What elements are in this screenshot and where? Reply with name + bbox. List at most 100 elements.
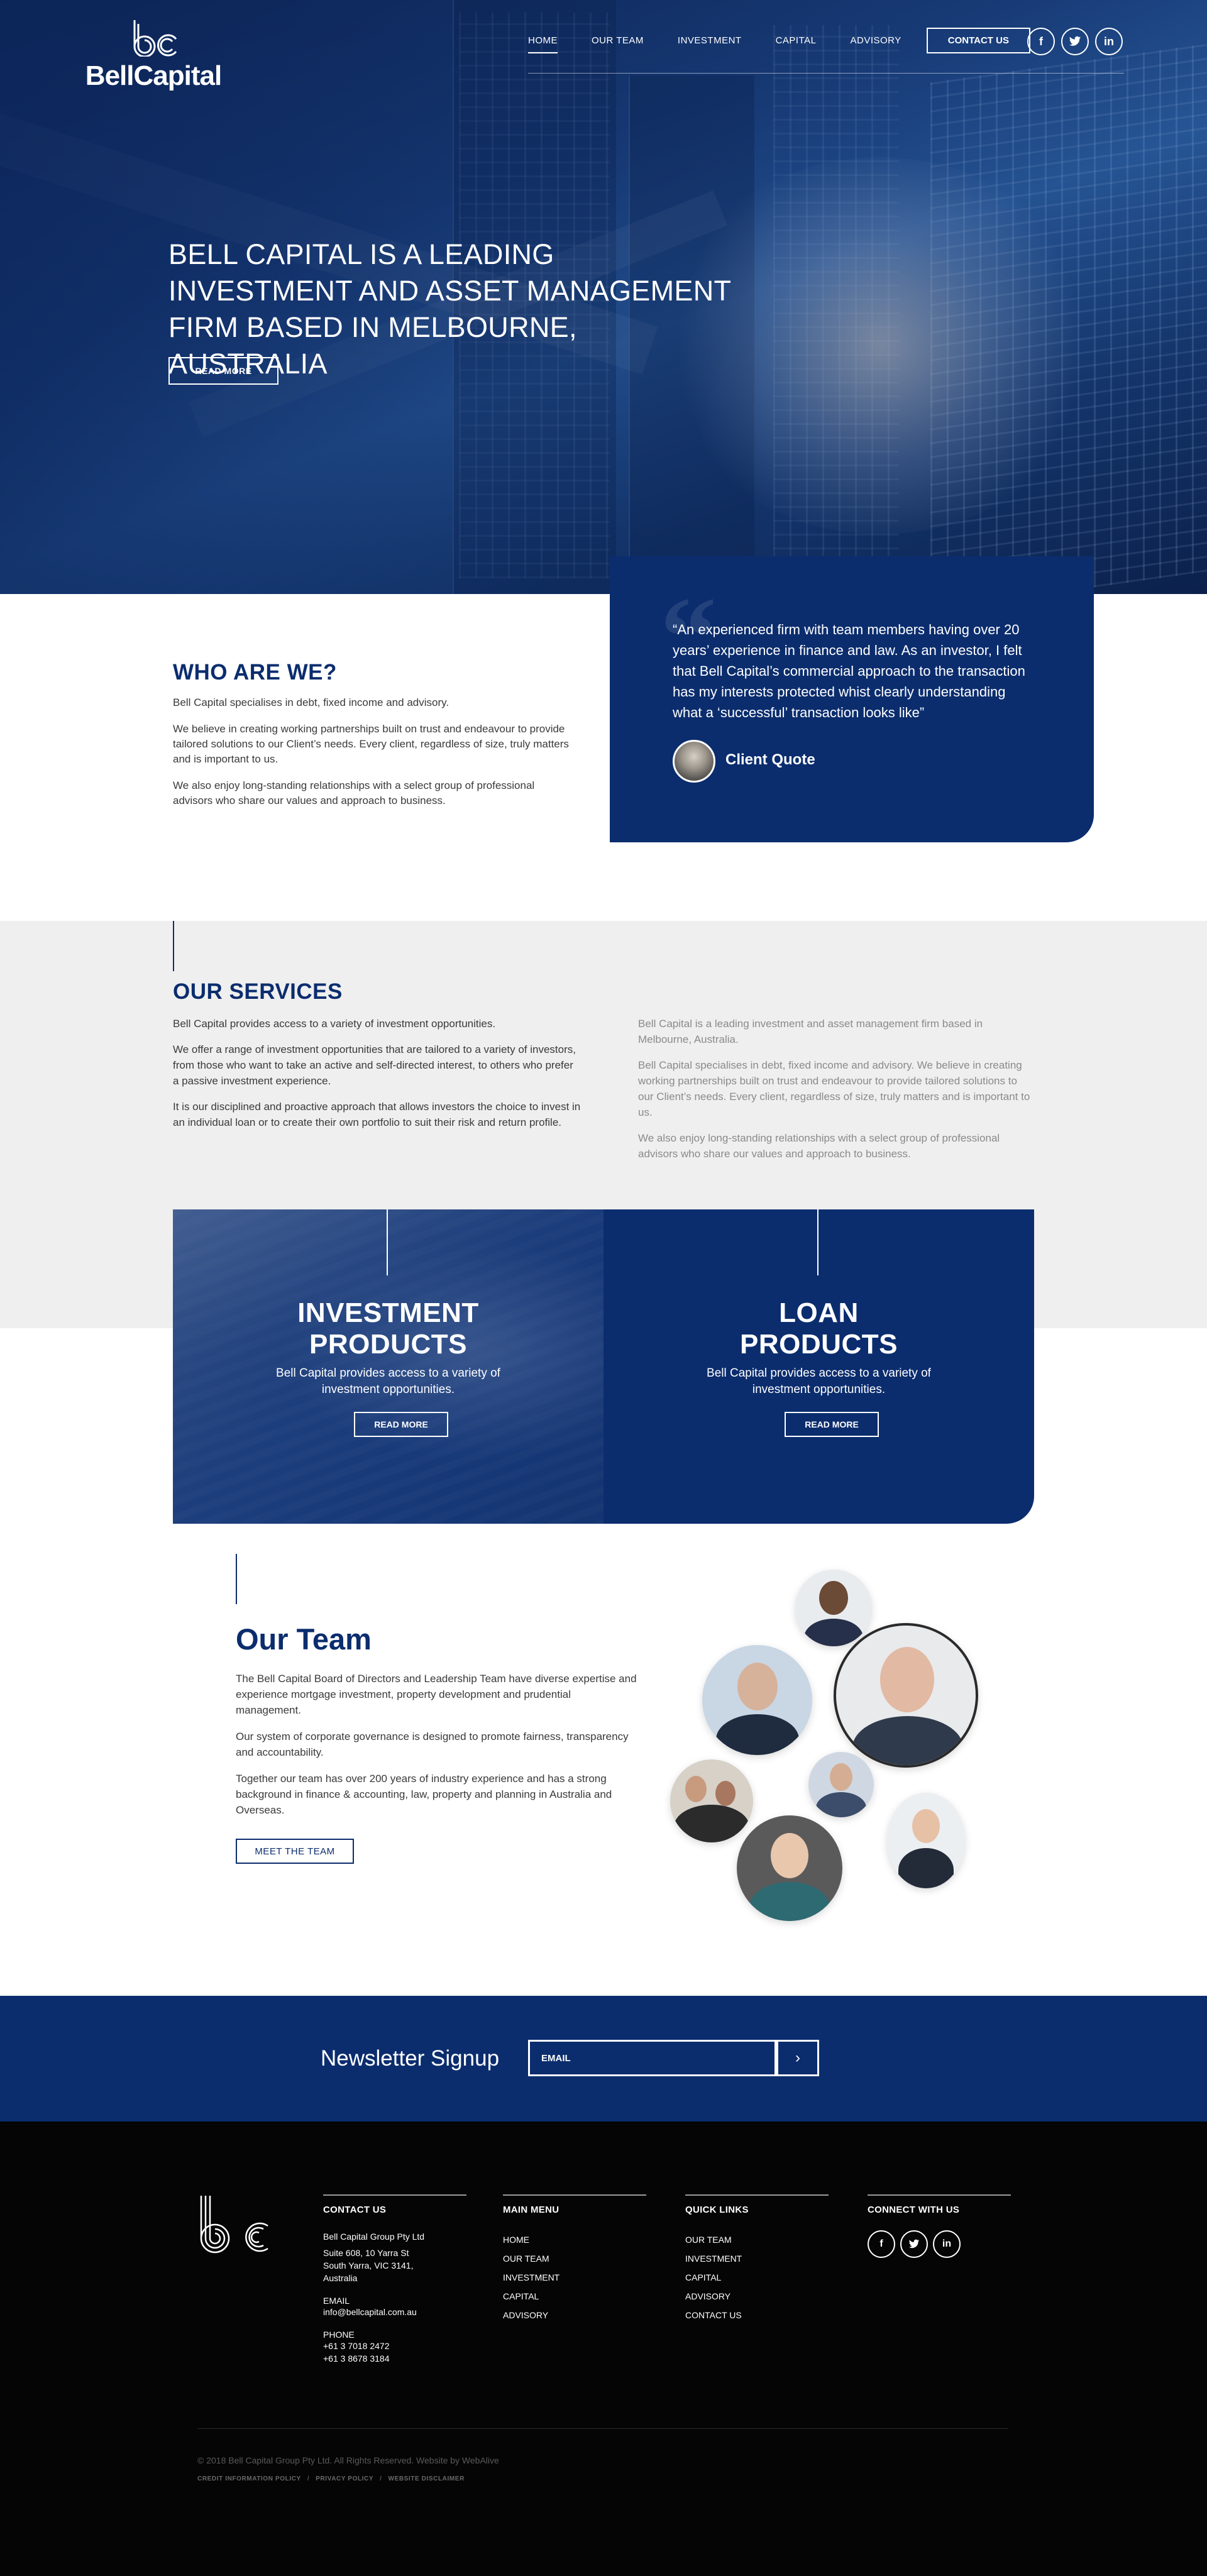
footer-policy-links: CREDIT INFORMATION POLICY / PRIVACY POLI…	[197, 2475, 465, 2482]
footer-bc-logo-icon[interactable]	[197, 2194, 272, 2254]
credit-information-policy-link[interactable]: CREDIT INFORMATION POLICY	[197, 2475, 301, 2482]
team-member-photo[interactable]	[670, 1759, 753, 1842]
nav-item-advisory[interactable]: ADVISORY	[851, 31, 901, 50]
member-face	[912, 1809, 940, 1843]
member-face	[819, 1581, 848, 1615]
footer-phone-link[interactable]: +61 3 8678 3184	[323, 2352, 466, 2365]
team-member-photo[interactable]	[737, 1815, 842, 1921]
member-face	[737, 1663, 778, 1710]
footer-menu-investment[interactable]: INVESTMENT	[503, 2268, 646, 2287]
team-member-photo[interactable]	[702, 1645, 812, 1755]
facebook-icon[interactable]: f	[868, 2230, 895, 2258]
footer-quick-link-our-team[interactable]: OUR TEAM	[685, 2230, 829, 2249]
footer-email-label: EMAIL	[323, 2296, 350, 2306]
footer-phone-link[interactable]: +61 3 7018 2472	[323, 2340, 466, 2352]
nav-item-our-team[interactable]: OUR TEAM	[592, 31, 644, 50]
footer-main-menu-column: MAIN MENU HOME OUR TEAM INVESTMENT CAPIT…	[503, 2194, 646, 2325]
footer-bottom-divider	[197, 2428, 1008, 2429]
footer-main-menu-heading: MAIN MENU	[503, 2204, 559, 2215]
nav-divider	[528, 73, 1124, 74]
hero-read-more-button[interactable]: READ MORE	[168, 357, 278, 385]
member-shirt	[852, 1716, 963, 1765]
footer-column-rule	[685, 2194, 829, 2196]
footer-social-links: f in	[868, 2230, 1011, 2258]
footer-quick-link-capital[interactable]: CAPITAL	[685, 2268, 829, 2287]
member-shirt	[749, 1882, 830, 1921]
footer-address-line: Suite 608, 10 Yarra St	[323, 2248, 409, 2258]
team-member-photo[interactable]	[834, 1623, 978, 1768]
nav-item-investment[interactable]: INVESTMENT	[678, 31, 742, 50]
services-accent-line	[173, 921, 174, 971]
team-accent-line	[236, 1554, 237, 1604]
twitter-icon[interactable]	[1061, 28, 1089, 55]
team-member-photo[interactable]	[808, 1752, 874, 1817]
footer-quick-link-contact-us[interactable]: CONTACT US	[685, 2306, 829, 2325]
member-shirt	[804, 1619, 863, 1646]
services-paragraph: Bell Capital is a leading investment and…	[638, 1018, 983, 1045]
footer-email-link[interactable]: info@bellcapital.com.au	[323, 2306, 466, 2318]
investment-read-more-button[interactable]: READ MORE	[354, 1412, 448, 1437]
website-disclaimer-link[interactable]: WEBSITE DISCLAIMER	[389, 2475, 465, 2482]
nav-item-home[interactable]: HOME	[528, 31, 558, 53]
footer-quick-link-investment[interactable]: INVESTMENT	[685, 2249, 829, 2268]
loan-read-more-button[interactable]: READ MORE	[785, 1412, 879, 1437]
twitter-bird-icon	[1069, 36, 1081, 46]
footer-column-rule	[323, 2194, 466, 2196]
privacy-policy-link[interactable]: PRIVACY POLICY	[316, 2475, 373, 2482]
member-face	[685, 1776, 707, 1802]
who-paragraph: Bell Capital specialises in debt, fixed …	[173, 696, 449, 708]
nav-item-capital[interactable]: CAPITAL	[776, 31, 817, 50]
footer-menu-home[interactable]: HOME	[503, 2230, 646, 2249]
site-logo[interactable]: BellCapital	[84, 19, 223, 94]
who-paragraph: We also enjoy long-standing relationship…	[173, 779, 535, 806]
footer-address-line: South Yarra, VIC 3141,	[323, 2260, 414, 2271]
meet-the-team-button[interactable]: MEET THE TEAM	[236, 1839, 354, 1864]
newsletter-title: Newsletter Signup	[321, 2046, 500, 2071]
footer-connect-column: CONNECT WITH US f in	[868, 2194, 1011, 2258]
header-social-links: f in	[1027, 28, 1123, 55]
contact-us-button[interactable]: CONTACT US	[926, 27, 1030, 53]
linkedin-icon[interactable]: in	[1095, 28, 1123, 55]
facebook-icon[interactable]: f	[1027, 28, 1055, 55]
bc-logo-mark	[133, 20, 177, 57]
investment-card-description: Bell Capital provides access to a variet…	[276, 1367, 500, 1396]
linkedin-icon[interactable]: in	[933, 2230, 961, 2258]
footer-quick-links-heading: QUICK LINKS	[685, 2204, 749, 2215]
footer-menu-advisory[interactable]: ADVISORY	[503, 2306, 646, 2325]
footer-quick-link-advisory[interactable]: ADVISORY	[685, 2287, 829, 2306]
footer-separator: /	[307, 2475, 310, 2482]
twitter-bird-icon	[908, 2239, 920, 2248]
newsletter-submit-button[interactable]: ›	[776, 2040, 819, 2076]
member-face	[771, 1833, 808, 1878]
who-paragraph: We believe in creating working partnersh…	[173, 723, 569, 765]
our-services-title: OUR SERVICES	[173, 979, 343, 1004]
quote-avatar	[673, 740, 715, 783]
investment-card-title: INVESTMENT PRODUCTS	[173, 1297, 604, 1360]
footer-copyright: © 2018 Bell Capital Group Pty Ltd. All R…	[197, 2455, 499, 2465]
team-member-photo[interactable]	[795, 1570, 872, 1646]
team-member-photo[interactable]	[887, 1793, 965, 1888]
footer-menu-capital[interactable]: CAPITAL	[503, 2287, 646, 2306]
who-are-we-title: WHO ARE WE?	[173, 660, 337, 685]
card-accent-line	[387, 1209, 388, 1275]
card-title-line: PRODUCTS	[309, 1329, 467, 1360]
services-paragraph: We also enjoy long-standing relationship…	[638, 1132, 1000, 1160]
services-paragraph: We offer a range of investment opportuni…	[173, 1043, 576, 1087]
footer-contact-heading: CONTACT US	[323, 2204, 387, 2215]
team-paragraph: Together our team has over 200 years of …	[236, 1773, 612, 1816]
card-title-line: LOAN	[779, 1297, 859, 1328]
member-shirt	[674, 1805, 749, 1842]
footer-menu-our-team[interactable]: OUR TEAM	[503, 2249, 646, 2268]
footer-address-line: Australia	[323, 2273, 358, 2283]
loan-card-description: Bell Capital provides access to a variet…	[707, 1367, 931, 1396]
loan-products-card[interactable]: LOAN PRODUCTS Bell Capital provides acce…	[604, 1209, 1034, 1524]
team-paragraph: The Bell Capital Board of Directors and …	[236, 1673, 637, 1716]
hero-section: BellCapital HOME OUR TEAM INVESTMENT CAP…	[0, 0, 1207, 594]
card-accent-line	[817, 1209, 818, 1275]
investment-products-card[interactable]: INVESTMENT PRODUCTS Bell Capital provide…	[173, 1209, 604, 1524]
newsletter-email-input[interactable]: EMAIL	[528, 2040, 776, 2076]
card-title-line: PRODUCTS	[740, 1329, 898, 1360]
twitter-icon[interactable]	[900, 2230, 928, 2258]
who-are-we-text: Bell Capital specialises in debt, fixed …	[173, 695, 569, 820]
member-face	[830, 1763, 852, 1791]
